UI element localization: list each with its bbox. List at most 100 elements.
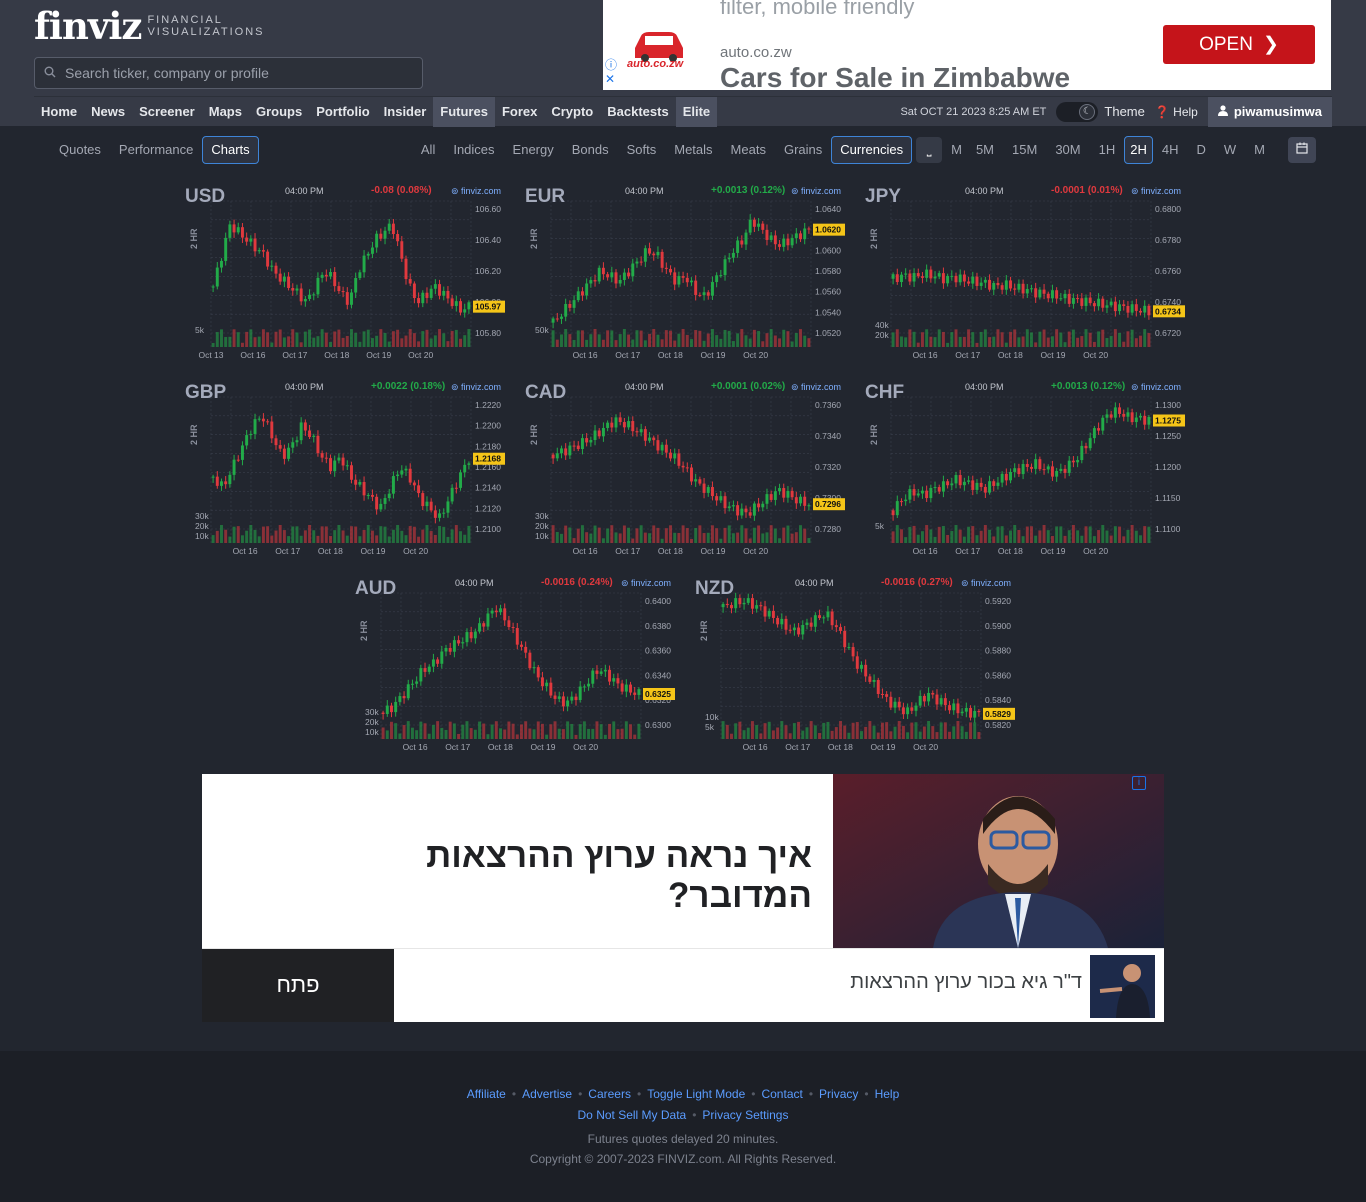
chart-cad[interactable]: 0.7360 0.7340 0.7320 0.7300 0.7280 0.7296 30k 2… [525,379,855,569]
timeframe-15m[interactable]: 15M [1003,136,1046,164]
y-tick-label: 1.1100 [1155,524,1181,534]
volume-bar [560,533,563,543]
footer-link-careers[interactable]: Careers [588,1087,631,1101]
nav-forex[interactable]: Forex [495,97,544,127]
chart-change-label: -0.08 (0.08%) [371,185,432,196]
search-input[interactable] [65,65,405,81]
chart-chf[interactable]: 1.1300 1.1250 1.1200 1.1150 1.1100 1.1275 5k Oc… [865,379,1195,569]
nav-backtests[interactable]: Backtests [600,97,675,127]
volume-bar [839,721,842,739]
nav-screener[interactable]: Screener [132,97,202,127]
ad-open-button[interactable]: OPEN ❯ [1163,25,1315,64]
timeframe-w[interactable]: W [1215,136,1245,164]
chart-usd[interactable]: 106.60106.40106.20106.00105.80105.975kOc… [185,183,515,373]
chart-eur[interactable]: 1.0640 1.0620 1.0600 1.0580 1.0560 1.0540 1.05… [525,183,855,373]
volume-bar [528,728,532,739]
timeframe-30m[interactable]: 30M [1046,136,1089,164]
volume-bar [738,721,742,739]
chart-nzd[interactable]: 0.5920 0.5900 0.5880 0.5860 0.5840 0.5820 0.58… [695,575,1025,765]
user-menu[interactable]: piwamusimwa [1207,96,1332,127]
footer-link-privacy-settings[interactable]: Privacy Settings [702,1108,788,1122]
copyright: Copyright © 2007-2023 FINVIZ.com. All Ri… [529,1152,837,1166]
bottom-advertisement[interactable]: איך נראה ערוץ ההרצאות המדובר? i פתח ד"ר … [202,774,1164,1022]
volume-bar [1021,336,1025,347]
top-advertisement[interactable]: filter, mobile friendly auto.co.zw auto.… [603,0,1331,90]
nav-news[interactable]: News [84,97,132,127]
volume-bar [232,526,236,543]
timeframe-scroll-icon[interactable]: ⎵ [916,137,943,163]
timeframe-monthly[interactable]: M [1245,136,1274,164]
footer-link-toggle-light-mode[interactable]: Toggle Light Mode [647,1087,745,1101]
nav-groups[interactable]: Groups [249,97,309,127]
volume-bar [220,329,223,347]
nav-crypto[interactable]: Crypto [544,97,600,127]
timeframe-1h[interactable]: 1H [1090,136,1125,164]
timeframe-5m[interactable]: 5M [967,136,1003,164]
calendar-icon[interactable] [1288,137,1316,163]
volume-bar [436,721,440,739]
adchoices-icon[interactable]: i [1132,776,1146,790]
tab-performance[interactable]: Performance [110,136,202,164]
nav-elite[interactable]: Elite [675,96,718,127]
candle-body [431,659,435,667]
theme-toggle[interactable]: ☾ [1056,101,1099,122]
volume-bar [417,536,421,543]
timeframe-m[interactable]: M [946,136,967,164]
group-grains[interactable]: Grains [775,136,831,164]
chart-aud[interactable]: 0.6400 0.6380 0.6360 0.6340 0.6320 0.6300 0.63… [355,575,685,765]
nav-maps[interactable]: Maps [202,97,249,127]
x-tick-label: Oct 19 [366,350,391,360]
candle-body [618,417,622,423]
footer-link-contact[interactable]: Contact [761,1087,802,1101]
close-icon[interactable]: ✕ [605,72,615,86]
candle-body [427,666,431,672]
candle-body [400,470,404,475]
volume-bar [570,723,574,739]
volume-bar [731,533,735,543]
candle-body [734,598,738,609]
tab-quotes[interactable]: Quotes [50,136,110,164]
volume-bar [904,537,908,543]
footer-link-advertise[interactable]: Advertise [522,1087,572,1101]
tab-charts[interactable]: Charts [202,136,259,164]
chart-period-label: 2 HR [699,620,709,641]
last-price-label: 0.6734 [1155,306,1181,316]
nav-home[interactable]: Home [34,97,84,127]
group-indices[interactable]: Indices [444,136,503,164]
ad-open-hebrew-button[interactable]: פתח [202,949,394,1022]
volume-bar [677,333,681,347]
group-bonds[interactable]: Bonds [563,136,618,164]
timeframe-2h[interactable]: 2H [1124,136,1153,164]
candle-body [792,627,796,631]
group-currencies[interactable]: Currencies [831,136,913,164]
chart-jpy[interactable]: 0.6800 0.6780 0.6760 0.6740 0.6720 0.6734 40k 2… [865,183,1195,373]
chart-gbp[interactable]: 1.2220 1.2200 1.2180 1.2160 1.2140 1.2120 1.21… [185,379,515,569]
volume-bar [253,337,257,347]
group-softs[interactable]: Softs [618,136,666,164]
candle-body [324,274,328,277]
nav-portfolio[interactable]: Portfolio [309,97,376,127]
candle-body [1055,470,1059,477]
timeframe-4h[interactable]: 4H [1153,136,1188,164]
nav-futures[interactable]: Futures [433,96,495,127]
help-link[interactable]: ❓ Help [1155,105,1198,119]
candle-body [566,700,570,707]
candle-body [379,233,383,239]
nav-insider[interactable]: Insider [377,97,434,127]
group-meats[interactable]: Meats [722,136,775,164]
theme-label[interactable]: Theme [1104,104,1144,119]
volume-bar [769,525,773,543]
footer-link-affiliate[interactable]: Affiliate [467,1087,506,1101]
info-icon[interactable]: ⓘ [605,58,617,72]
footer-link-privacy[interactable]: Privacy [819,1087,858,1101]
volume-bar [228,536,232,543]
volume-bar [391,331,395,347]
timeframe-d[interactable]: D [1187,136,1214,164]
finviz-logo[interactable]: finviz FINANCIAL VISUALIZATIONS [34,6,265,46]
group-all[interactable]: All [412,136,444,164]
footer-link-help[interactable]: Help [875,1087,900,1101]
group-energy[interactable]: Energy [504,136,563,164]
footer-link-do-not-sell-my-data[interactable]: Do Not Sell My Data [578,1108,687,1122]
chart-change-label: +0.0001 (0.02%) [711,381,786,392]
group-metals[interactable]: Metals [665,136,721,164]
